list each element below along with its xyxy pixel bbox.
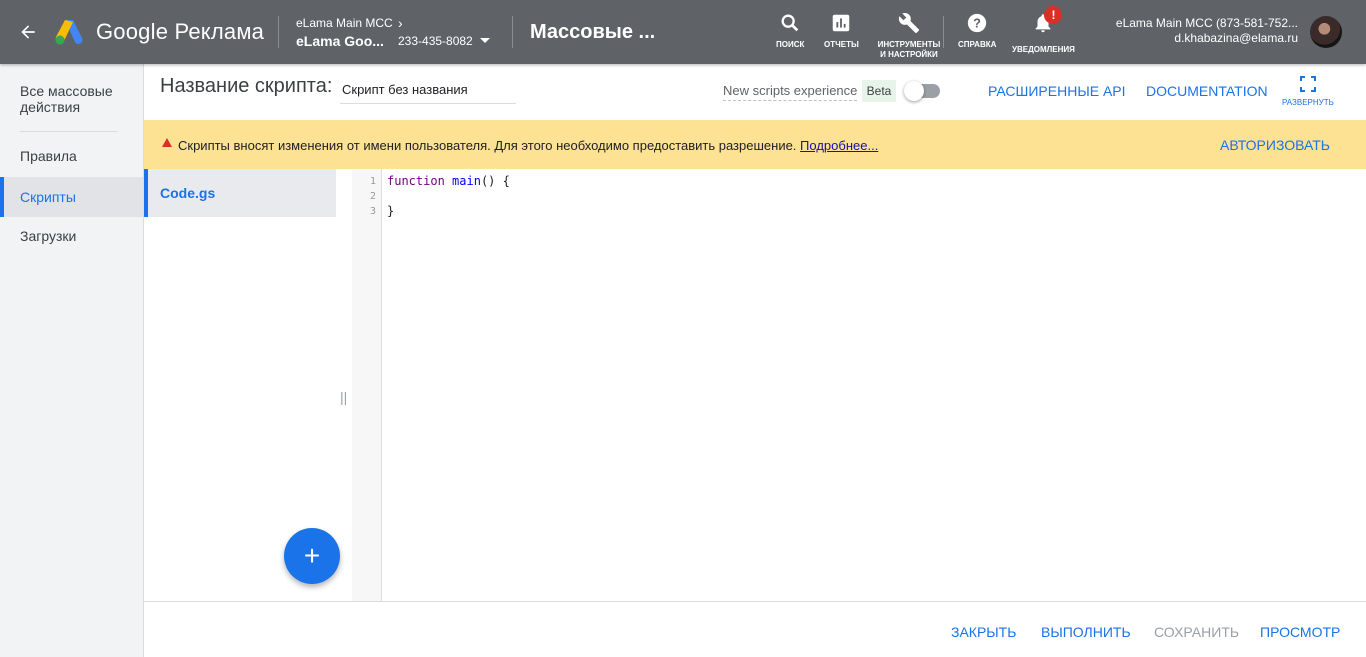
- user-email[interactable]: d.khabazina@elama.ru: [1174, 31, 1298, 45]
- account-id: 233-435-8082: [398, 34, 473, 48]
- nav-item-rules[interactable]: Правила: [0, 148, 143, 164]
- code-editor[interactable]: 1 2 3 function main() { }: [352, 169, 1366, 601]
- tools-settings-button[interactable]: Инструменты и настройки: [876, 12, 942, 60]
- advanced-api-button[interactable]: РАСШИРЕННЫЕ API: [988, 83, 1126, 99]
- tools-settings-label: Инструменты и настройки: [877, 40, 941, 59]
- preview-button[interactable]: ПРОСМОТР: [1260, 624, 1340, 640]
- search-tool-button[interactable]: Поиск: [776, 12, 804, 50]
- divider: [512, 16, 513, 48]
- left-navigation: Все массовые действия Правила Скрипты За…: [0, 64, 144, 657]
- help-tool-button[interactable]: ? Справка: [958, 12, 996, 50]
- toggle-knob: [904, 81, 924, 101]
- save-button[interactable]: СОХРАНИТЬ: [1154, 624, 1239, 640]
- documentation-button[interactable]: DOCUMENTATION: [1146, 83, 1268, 99]
- code-signature: () {: [480, 174, 510, 188]
- divider: [943, 16, 944, 48]
- run-button[interactable]: ВЫПОЛНИТЬ: [1041, 624, 1131, 640]
- line-number: 1: [369, 176, 376, 187]
- nav-item-all-bulk-actions[interactable]: Все массовые действия: [0, 83, 143, 115]
- script-editor-panel: Название скрипта: New scripts experience…: [144, 64, 1366, 657]
- notifications-tool-button[interactable]: ! Уведомления: [1012, 6, 1075, 55]
- new-experience-toggle[interactable]: [904, 81, 940, 101]
- line-number-gutter: 1 2 3: [352, 169, 382, 601]
- divider: [20, 131, 118, 132]
- account-parent[interactable]: eLama Main MCC: [296, 16, 393, 30]
- add-file-button[interactable]: +: [284, 528, 340, 584]
- fullscreen-icon: [1299, 76, 1316, 92]
- authorization-banner: Скрипты вносят изменения от имени пользо…: [144, 120, 1366, 169]
- svg-text:?: ?: [973, 16, 981, 31]
- pane-resize-handle[interactable]: ||: [340, 389, 347, 405]
- banner-message: Скрипты вносят изменения от имени пользо…: [178, 138, 878, 153]
- nav-item-uploads[interactable]: Загрузки: [0, 228, 143, 244]
- authorize-button[interactable]: АВТОРИЗОВАТЬ: [1220, 137, 1330, 153]
- dropdown-arrow-icon[interactable]: [480, 38, 490, 43]
- notifications-tool-label: Уведомления: [1012, 45, 1075, 54]
- search-tool-label: Поиск: [776, 40, 805, 49]
- avatar[interactable]: [1310, 16, 1342, 48]
- script-name-label: Название скрипта:: [160, 75, 333, 97]
- close-button[interactable]: ЗАКРЫТЬ: [951, 624, 1016, 640]
- divider: [278, 16, 279, 48]
- code-keyword: function: [387, 174, 445, 188]
- file-item-code-gs[interactable]: Code.gs: [144, 169, 336, 217]
- account-name[interactable]: eLama Goo...: [296, 33, 384, 49]
- reports-tool-label: Отчеты: [824, 40, 859, 49]
- chevron-right-icon[interactable]: ›: [398, 15, 403, 31]
- nav-item-scripts[interactable]: Скрипты: [0, 177, 143, 217]
- file-list: Code.gs +: [144, 169, 340, 601]
- back-arrow-icon[interactable]: [14, 18, 42, 46]
- page-title: Массовые ...: [530, 21, 656, 43]
- footer-actions: ЗАКРЫТЬ ВЫПОЛНИТЬ СОХРАНИТЬ ПРОСМОТР: [144, 601, 1366, 657]
- wrench-icon: [898, 13, 920, 34]
- line-number: 2: [369, 191, 376, 202]
- banner-text: Скрипты вносят изменения от имени пользо…: [178, 138, 797, 153]
- reports-tool-button[interactable]: Отчеты: [824, 12, 859, 50]
- beta-badge: Beta: [862, 80, 896, 102]
- help-icon: ?: [968, 13, 987, 33]
- help-tool-label: Справка: [958, 40, 997, 49]
- script-name-input[interactable]: [340, 76, 516, 104]
- notification-badge: !: [1044, 6, 1063, 24]
- search-icon: [781, 14, 799, 32]
- line-number: 3: [369, 206, 376, 217]
- expand-label: Развернуть: [1282, 98, 1334, 107]
- code-function-name: main: [452, 174, 481, 188]
- user-account-name[interactable]: eLama Main MCC (873-581-752...: [1116, 16, 1298, 30]
- google-ads-logo-icon: [54, 18, 84, 46]
- reports-icon: [833, 14, 850, 32]
- expand-button[interactable]: Развернуть: [1282, 76, 1334, 107]
- top-bar: Google Реклама eLama Main MCC › eLama Go…: [0, 0, 1366, 64]
- code-line[interactable]: }: [387, 204, 394, 218]
- new-scripts-experience-label: New scripts experience: [723, 83, 858, 101]
- warning-icon: [162, 138, 172, 147]
- code-line[interactable]: function main() {: [387, 174, 510, 188]
- brand-name: Google Реклама: [96, 19, 265, 44]
- learn-more-link[interactable]: Подробнее...: [800, 138, 878, 153]
